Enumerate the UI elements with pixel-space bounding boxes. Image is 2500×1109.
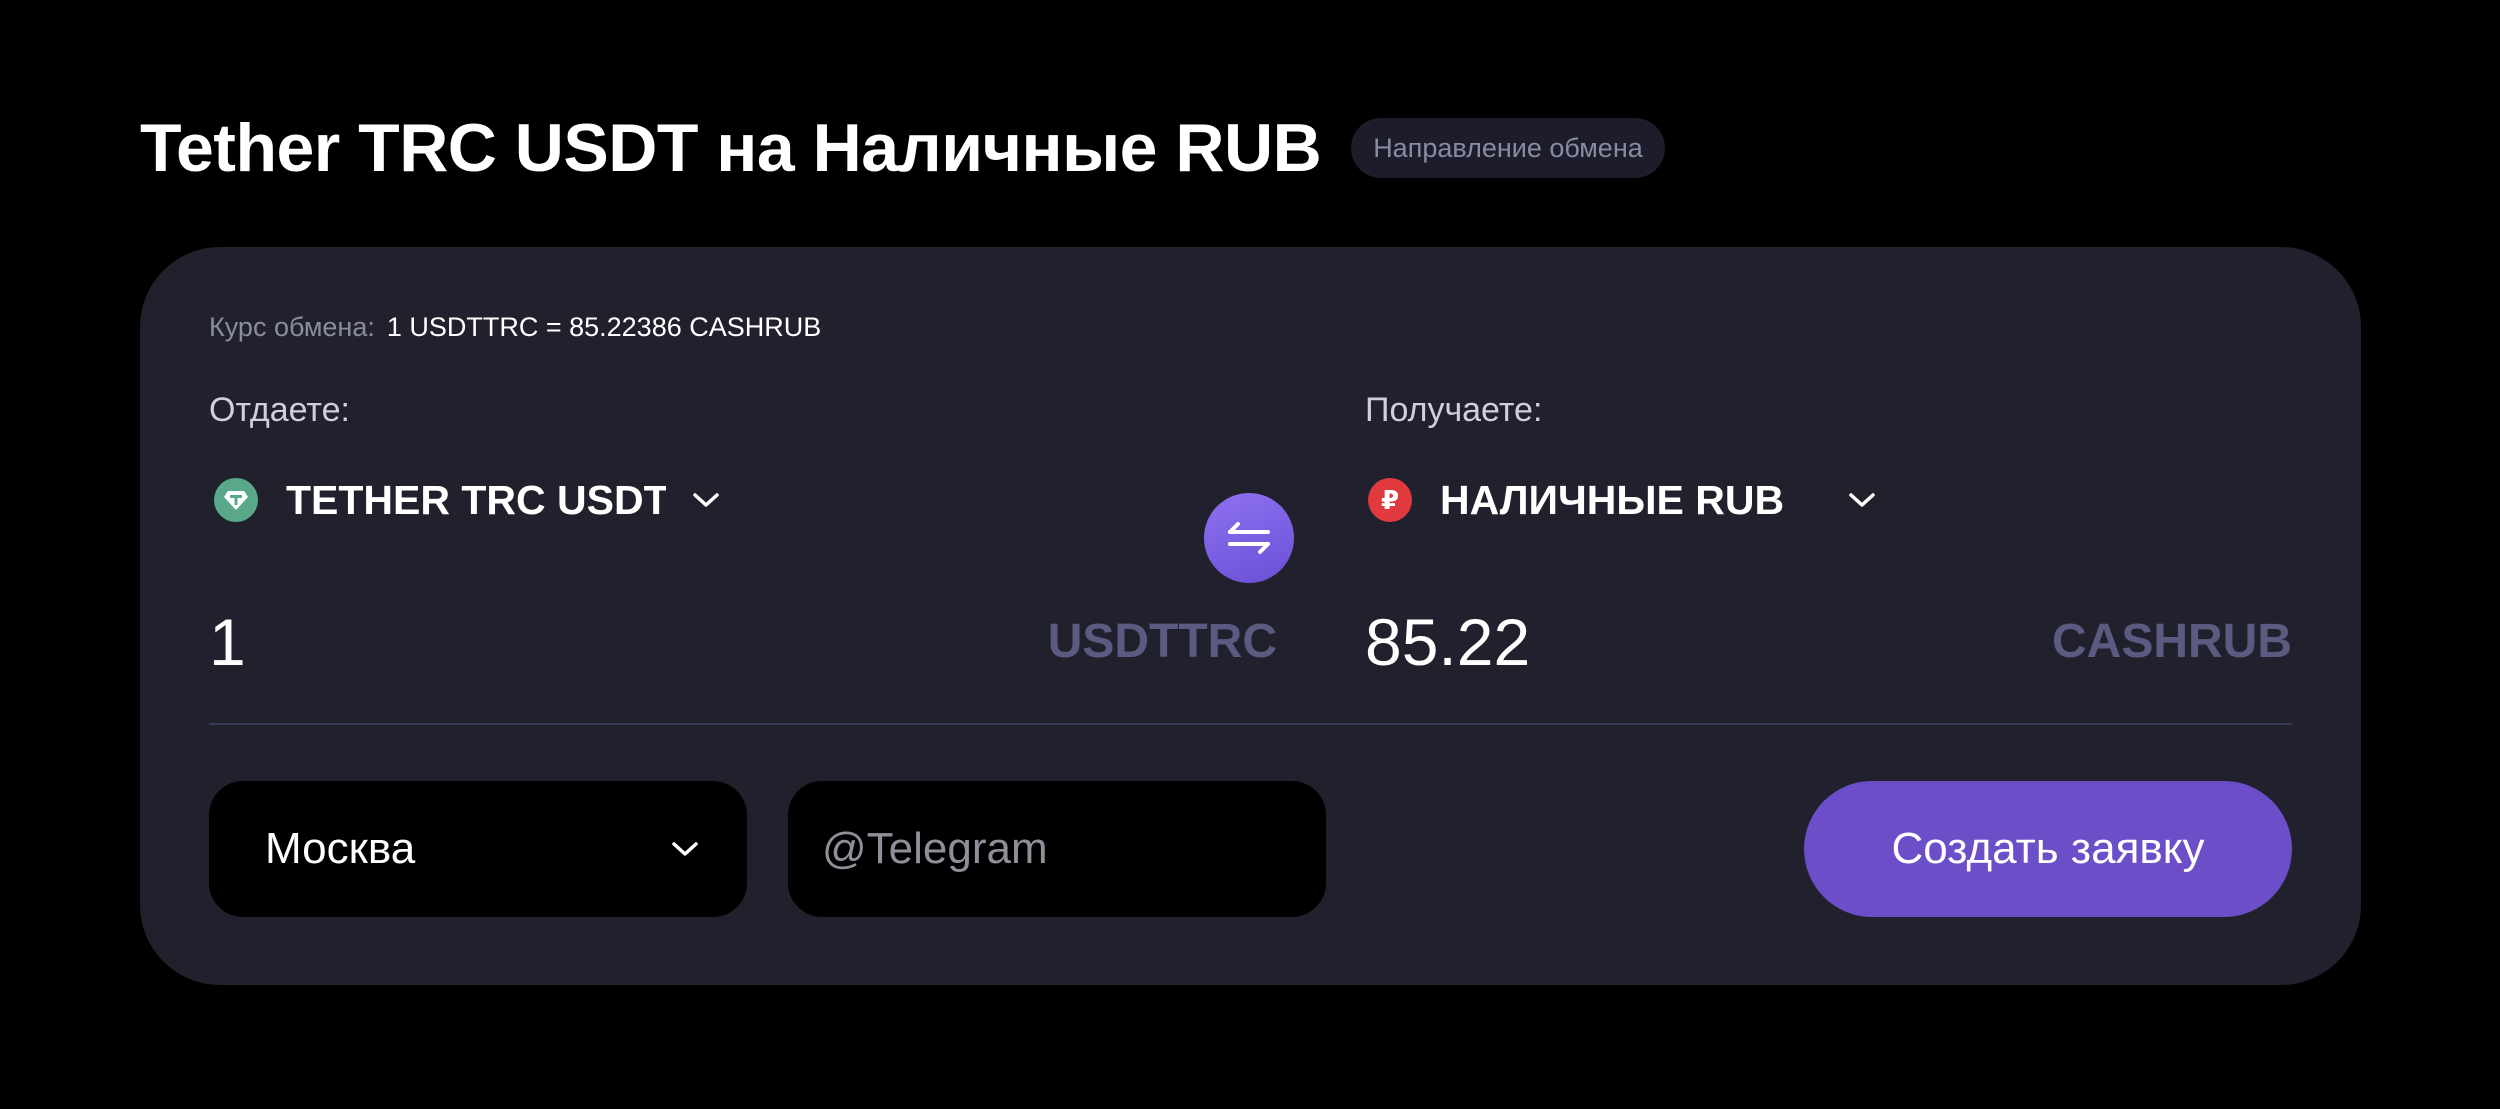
city-select[interactable]: Москва	[209, 781, 747, 917]
exchange-rate-label: Курс обмена:	[209, 312, 375, 342]
give-label: Отдаете:	[209, 391, 350, 429]
receive-amount-row: CASHRUB	[1365, 592, 2292, 692]
page-title: Tether TRC USDT на Наличные RUB	[140, 110, 1322, 186]
receive-currency-code: CASHRUB	[2052, 615, 2292, 668]
header: Tether TRC USDT на Наличные RUB Направле…	[140, 108, 1665, 188]
give-amount-input[interactable]	[209, 592, 709, 692]
chevron-down-icon	[692, 491, 720, 509]
city-select-value: Москва	[265, 824, 416, 873]
receive-currency-select[interactable]: ₽ НАЛИЧНЫЕ RUB	[1368, 465, 1876, 535]
swap-arrows-icon	[1226, 521, 1272, 555]
exchange-card: Курс обмена: 1 USDTTRC = 85.22386 CASHRUB…	[140, 247, 2361, 985]
receive-label: Получаете:	[1365, 391, 1543, 429]
swap-button[interactable]	[1204, 493, 1294, 583]
chevron-down-icon	[671, 840, 699, 858]
exchange-rate: Курс обмена: 1 USDTTRC = 85.22386 CASHRUB	[209, 307, 821, 347]
receive-currency-name: НАЛИЧНЫЕ RUB	[1440, 476, 1785, 523]
exchange-rate-value: 1 USDTTRC = 85.22386 CASHRUB	[386, 312, 822, 342]
give-amount-row: USDTTRC	[209, 592, 1277, 692]
ruble-icon: ₽	[1368, 478, 1412, 522]
exchange-direction-badge: Направление обмена	[1351, 118, 1665, 178]
telegram-input[interactable]	[822, 824, 1292, 874]
give-currency-select[interactable]: TETHER TRC USDT	[214, 465, 720, 535]
give-currency-name: TETHER TRC USDT	[286, 476, 666, 523]
chevron-down-icon	[1848, 491, 1876, 509]
telegram-field	[788, 781, 1326, 917]
give-currency-code: USDTTRC	[1047, 615, 1277, 668]
create-request-button[interactable]: Создать заявку	[1804, 781, 2292, 917]
tether-icon	[214, 478, 258, 522]
divider	[209, 723, 2292, 725]
receive-amount-input[interactable]	[1365, 592, 1865, 692]
